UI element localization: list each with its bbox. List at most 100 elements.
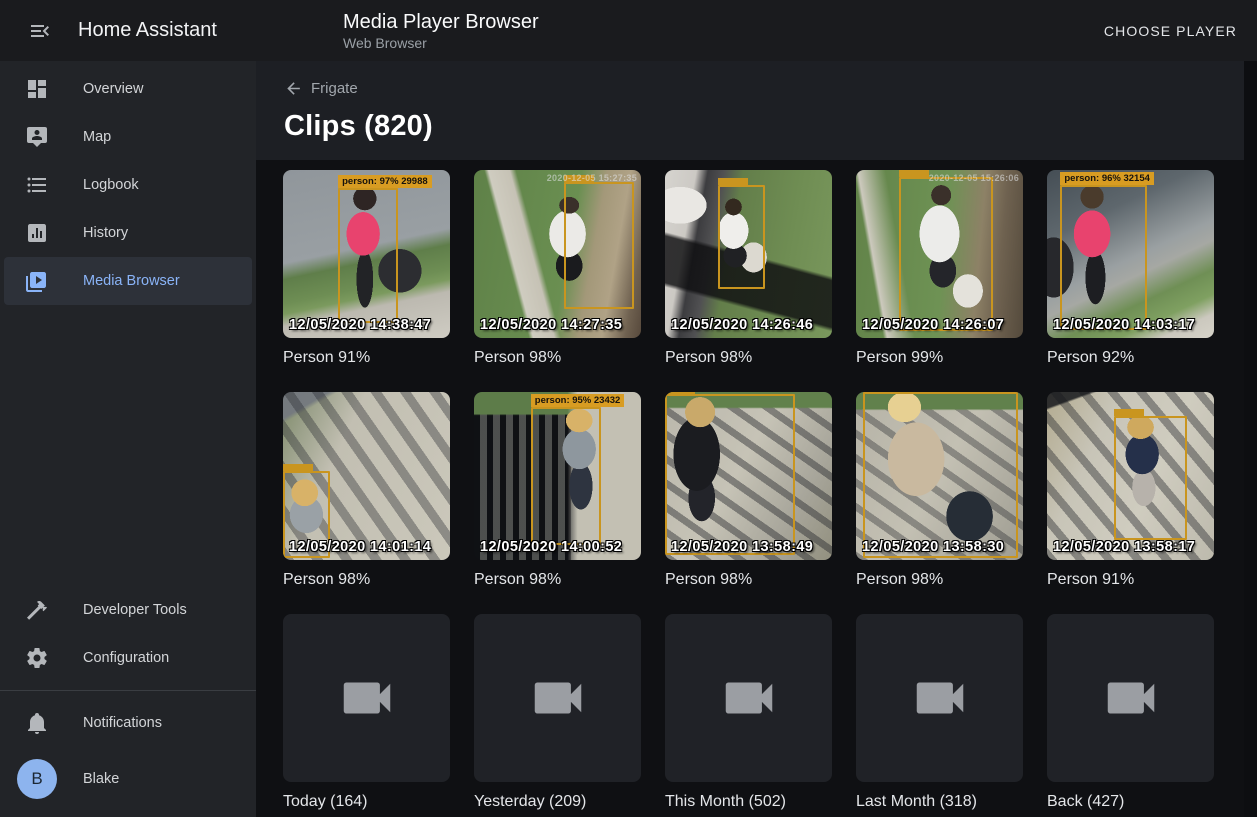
folder-thumbnail [1047, 614, 1214, 782]
folder-label: This Month (502) [665, 792, 832, 812]
clip-label: Person 98% [856, 570, 1023, 590]
clip-card[interactable]: 12/05/2020 14:26:46Person 98% [665, 170, 832, 368]
detection-bounding-box [899, 177, 993, 332]
clip-label: Person 92% [1047, 348, 1214, 368]
sidebar-item-developer-tools[interactable]: Developer Tools [4, 586, 252, 634]
clip-timestamp-overlay: 12/05/2020 14:38:47 [289, 317, 431, 333]
folder-thumbnail [665, 614, 832, 782]
scrollbar-track[interactable] [1244, 61, 1257, 817]
folder-thumbnail [283, 614, 450, 782]
clip-thumbnail: 12/05/2020 13:58:17 [1047, 392, 1214, 560]
clip-label: Person 98% [665, 570, 832, 590]
detection-bounding-box [564, 182, 634, 310]
media-folder-card-last-month-318[interactable]: Last Month (318) [856, 614, 1023, 812]
sidebar-divider [0, 690, 256, 691]
folder-label: Last Month (318) [856, 792, 1023, 812]
clips-page-title: Clips (820) [284, 110, 1257, 143]
map-icon [25, 125, 49, 149]
detection-bounding-box [531, 407, 601, 545]
sidebar-item-history[interactable]: History [4, 209, 252, 257]
sidebar-spacer [0, 305, 256, 582]
clip-card[interactable]: 12/05/2020 13:58:30 Person 98% [856, 392, 1023, 590]
detection-bounding-box [338, 188, 398, 322]
detection-label-chip [1114, 409, 1144, 416]
folder-label: Yesterday (209) [474, 792, 641, 812]
sidebar-item-overview[interactable]: Overview [4, 65, 252, 113]
clip-timestamp-overlay: 12/05/2020 14:26:07 [862, 317, 1004, 333]
clip-card[interactable]: person: 96% 3215412/05/2020 14:03:17Pers… [1047, 170, 1214, 368]
history-icon [25, 221, 49, 245]
clip-label: Person 98% [474, 348, 641, 368]
sidebar-item-configuration[interactable]: Configuration [4, 634, 252, 682]
detection-bounding-box [863, 392, 1018, 558]
media-folder-card-back-427[interactable]: Back (427) [1047, 614, 1214, 812]
camcorder-icon [1100, 667, 1162, 729]
sidebar-secondary-items: Developer Tools Configuration [0, 582, 256, 682]
camcorder-icon [336, 667, 398, 729]
camera-corner-timestamp: 2020-12-05 15:26:06 [929, 173, 1019, 183]
sidebar-item-label: Map [83, 129, 111, 145]
sidebar-item-media-browser[interactable]: Media Browser [4, 257, 252, 305]
detection-label-chip [665, 392, 695, 394]
media-browser-icon [25, 269, 49, 293]
clip-timestamp-overlay: 12/05/2020 14:27:35 [480, 317, 622, 333]
clip-label: Person 91% [283, 348, 450, 368]
page-head: Media Player Browser Web Browser [343, 10, 539, 52]
camcorder-icon [718, 667, 780, 729]
folder-thumbnail [856, 614, 1023, 782]
clip-card[interactable]: 12/05/2020 14:01:14Person 98% [283, 392, 450, 590]
camcorder-icon [909, 667, 971, 729]
hammer-icon [25, 598, 49, 622]
sidebar: Overview Map Logbook History Media Browser D… [0, 61, 256, 817]
sidebar-toggle-button[interactable] [20, 11, 60, 51]
clip-card[interactable]: 12/05/2020 13:58:49 Person 98% [665, 392, 832, 590]
sidebar-item-label: Configuration [83, 650, 169, 666]
back-arrow-icon [284, 79, 303, 98]
clip-timestamp-overlay: 12/05/2020 14:01:14 [289, 539, 431, 555]
bell-icon [25, 711, 49, 735]
clip-card[interactable]: 2020-12-05 15:26:06 12/05/2020 14:26:07 Pe… [856, 170, 1023, 368]
clip-timestamp-overlay: 12/05/2020 13:58:30 [862, 539, 1004, 555]
detection-label-chip [899, 170, 929, 177]
clip-thumbnail: 12/05/2020 13:58:49 [665, 392, 832, 560]
app-title: Home Assistant [78, 19, 217, 42]
clip-label: Person 99% [856, 348, 1023, 368]
main-content: Frigate Clips (820) person: 97% 2998812/… [256, 61, 1257, 817]
clip-card[interactable]: person: 97% 2998812/05/2020 14:38:47 Pers… [283, 170, 450, 368]
page-subtitle: Web Browser [343, 34, 539, 52]
sidebar-user-row[interactable]: B Blake [4, 747, 252, 811]
sidebar-item-label: Media Browser [83, 273, 180, 289]
detection-label-chip: person: 96% 32154 [1060, 172, 1154, 185]
folder-thumbnail [474, 614, 641, 782]
sidebar-item-map[interactable]: Map [4, 113, 252, 161]
dashboard-icon [25, 77, 49, 101]
clip-label: Person 91% [1047, 570, 1214, 590]
clip-thumbnail: person: 97% 2998812/05/2020 14:38:47 [283, 170, 450, 338]
breadcrumb-label: Frigate [311, 80, 358, 97]
sidebar-item-notifications[interactable]: Notifications [4, 699, 252, 747]
sidebar-item-logbook[interactable]: Logbook [4, 161, 252, 209]
media-folder-card-this-month-502[interactable]: This Month (502) [665, 614, 832, 812]
clip-thumbnail: 12/05/2020 14:01:14 [283, 392, 450, 560]
camcorder-icon [527, 667, 589, 729]
sidebar-main-items: Overview Map Logbook History Media Browser [0, 61, 256, 305]
sidebar-item-label: Logbook [83, 177, 139, 193]
media-folder-card-yesterday-209[interactable]: Yesterday (209) [474, 614, 641, 812]
logbook-icon [25, 173, 49, 197]
choose-player-button[interactable]: CHOOSE PLAYER [1084, 13, 1257, 49]
media-folder-card-today-164[interactable]: Today (164) [283, 614, 450, 812]
breadcrumb-back-button[interactable]: Frigate [284, 79, 358, 98]
user-avatar: B [17, 759, 57, 799]
detection-bounding-box [1060, 185, 1147, 329]
detection-label-chip [718, 178, 748, 185]
clip-card[interactable]: 2020-12-05 15:27:3512/05/2020 14:27:35Pe… [474, 170, 641, 368]
clip-timestamp-overlay: 12/05/2020 14:00:52 [480, 539, 622, 555]
user-name: Blake [83, 771, 119, 787]
clip-thumbnail: 12/05/2020 13:58:30 [856, 392, 1023, 560]
clip-thumbnail: person: 95% 2343212/05/2020 14:00:52 [474, 392, 641, 560]
sidebar-item-label: Developer Tools [83, 602, 187, 618]
clip-card[interactable]: person: 95% 2343212/05/2020 14:00:52Pers… [474, 392, 641, 590]
clip-card[interactable]: 12/05/2020 13:58:17 Person 91% [1047, 392, 1214, 590]
clip-timestamp-overlay: 12/05/2020 13:58:17 [1053, 539, 1195, 555]
detection-bounding-box [1114, 416, 1187, 540]
